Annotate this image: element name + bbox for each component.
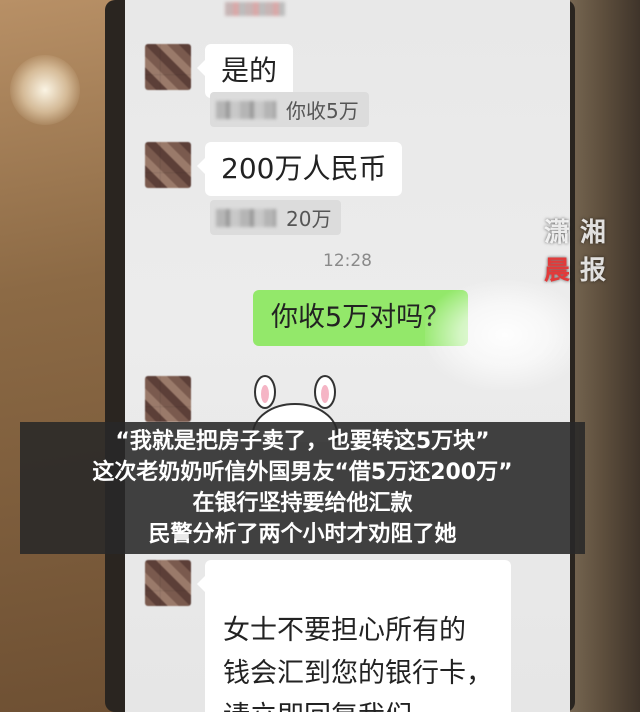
chat-screen: 是的 你收5万 200万人民币 20万 12:28 你收5万对吗？ 女士不要担心… (125, 0, 570, 712)
timestamp: 12:28 (323, 251, 372, 271)
caption-line: “我就是把房子卖了，也要转这5万块” (115, 429, 490, 454)
screen-glare (425, 280, 570, 390)
message-bubble[interactable]: 是的 (196, 44, 294, 98)
watermark-char: 报 (580, 256, 609, 286)
message-bubble[interactable]: 200万人民币 (196, 142, 403, 196)
caption-line: 民警分析了两个小时才劝阻了她 (148, 522, 457, 547)
message-row: 女士不要担心所有的 钱会汇到您的银行卡， 请立即回复我们 (145, 560, 511, 712)
quote-text: 20万 (286, 207, 332, 231)
caption-line: 这次老奶奶听信外国男友“借5万还200万” (92, 460, 513, 485)
watermark-char: 潇 (544, 218, 573, 248)
message-text: 你收5万对吗？ (271, 302, 451, 333)
quote-text: 你收5万 (286, 99, 359, 123)
watermark-char: 晨 (544, 256, 573, 286)
watermark-char: 湘 (580, 218, 609, 248)
message-row: 是的 (145, 44, 294, 98)
news-caption: “我就是把房子卖了，也要转这5万块” 这次老奶奶听信外国男友“借5万还200万”… (20, 422, 585, 554)
window-frame-background (565, 0, 640, 712)
message-bubble[interactable]: 女士不要担心所有的 钱会汇到您的银行卡， 请立即回复我们 (197, 560, 511, 712)
caption-line: 在银行坚持要给他汇款 (192, 491, 413, 516)
avatar[interactable] (145, 142, 191, 188)
message-text: 是的 (221, 54, 278, 87)
message-text: 200万人民币 (221, 152, 387, 185)
message-row: 200万人民币 (145, 142, 403, 196)
blurred-header (225, 2, 285, 16)
blurred-quote-sender (216, 100, 276, 119)
avatar[interactable] (145, 376, 191, 422)
blurred-quote-sender (216, 208, 276, 227)
message-row (145, 376, 191, 422)
message-text: 女士不要担心所有的 钱会汇到您的银行卡， 请立即回复我们 (223, 615, 493, 712)
avatar[interactable] (145, 560, 191, 606)
avatar[interactable] (145, 44, 191, 90)
quote-reply[interactable]: 你收5万 (210, 92, 369, 127)
light-glare (10, 55, 80, 125)
quote-reply[interactable]: 20万 (210, 200, 342, 235)
